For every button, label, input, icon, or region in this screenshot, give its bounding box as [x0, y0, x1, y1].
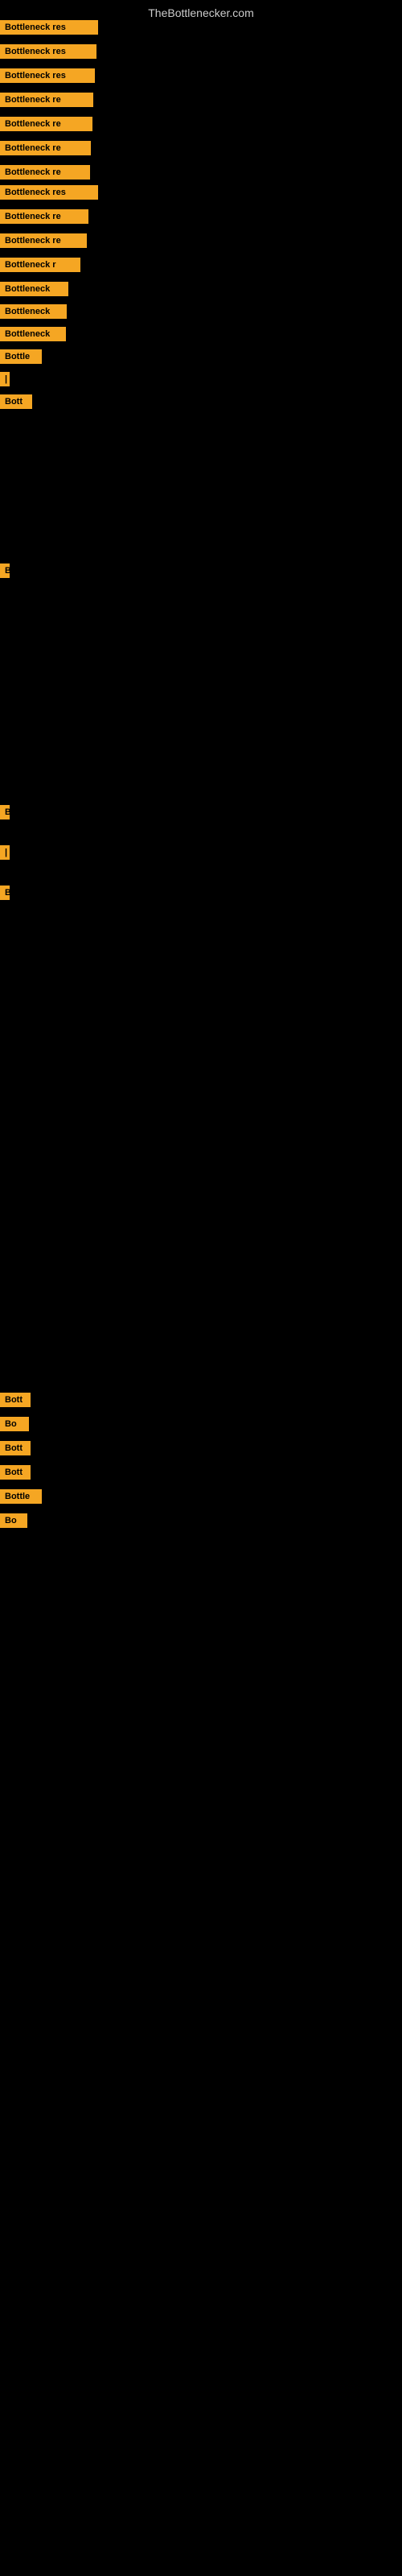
bottleneck-badge-1: Bottleneck res: [0, 20, 98, 35]
bottleneck-badge-27: Bo: [0, 1513, 27, 1528]
bottleneck-badge-22: Bott: [0, 1393, 31, 1407]
bottleneck-badge-26: Bottle: [0, 1489, 42, 1504]
bottleneck-badge-15: Bottle: [0, 349, 42, 364]
bottleneck-badge-3: Bottleneck res: [0, 68, 95, 83]
bottleneck-badge-17: Bott: [0, 394, 32, 409]
bottleneck-badge-18: B: [0, 564, 10, 578]
bottleneck-badge-25: Bott: [0, 1465, 31, 1480]
bottleneck-badge-24: Bott: [0, 1441, 31, 1455]
bottleneck-badge-11: Bottleneck r: [0, 258, 80, 272]
bottleneck-badge-20: |: [0, 845, 10, 860]
bottleneck-badge-8: Bottleneck res: [0, 185, 98, 200]
bottleneck-badge-16: |: [0, 372, 10, 386]
bottleneck-badge-7: Bottleneck re: [0, 165, 90, 180]
bottleneck-badge-2: Bottleneck res: [0, 44, 96, 59]
bottleneck-badge-14: Bottleneck: [0, 327, 66, 341]
bottleneck-badge-6: Bottleneck re: [0, 141, 91, 155]
bottleneck-badge-12: Bottleneck: [0, 282, 68, 296]
bottleneck-badge-13: Bottleneck: [0, 304, 67, 319]
bottleneck-badge-4: Bottleneck re: [0, 93, 93, 107]
bottleneck-badge-19: B: [0, 805, 10, 819]
bottleneck-badge-5: Bottleneck re: [0, 117, 92, 131]
bottleneck-badge-21: B: [0, 886, 10, 900]
bottleneck-badge-9: Bottleneck re: [0, 209, 88, 224]
bottleneck-badge-23: Bo: [0, 1417, 29, 1431]
bottleneck-badge-10: Bottleneck re: [0, 233, 87, 248]
